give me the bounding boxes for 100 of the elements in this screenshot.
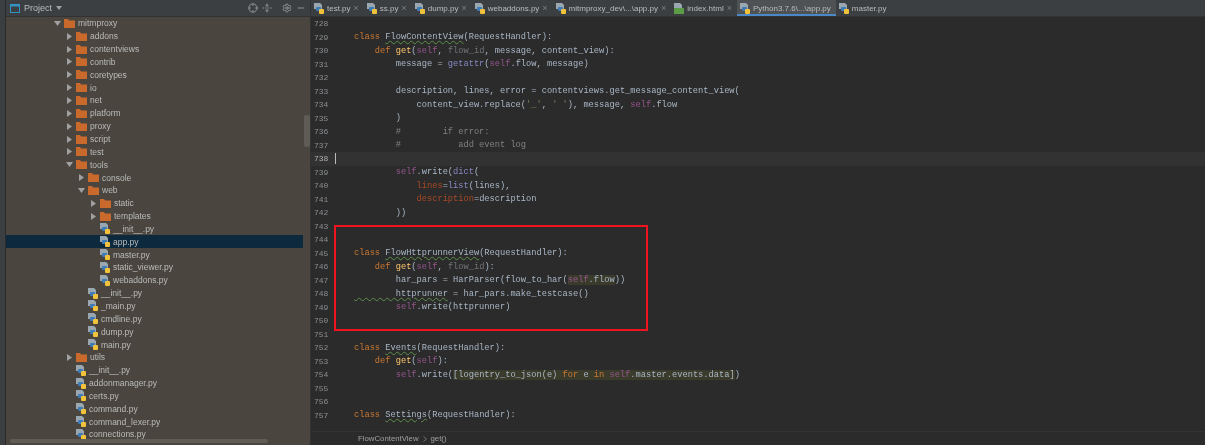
file-item[interactable]: connections.py: [6, 428, 303, 441]
folder-item[interactable]: mitmproxy: [6, 17, 303, 30]
collapsed-arrow-icon[interactable]: [65, 353, 73, 361]
window-icon: [10, 3, 20, 13]
folder-icon: [100, 211, 111, 221]
folder-item[interactable]: contentviews: [6, 42, 303, 56]
file-item[interactable]: __init__.py: [6, 286, 303, 300]
editor-tab[interactable]: dump.py ×: [411, 0, 472, 16]
python-file-icon: [88, 326, 98, 338]
expanded-arrow-icon[interactable]: [77, 186, 85, 194]
line-number: 735: [313, 113, 330, 123]
folder-icon: [76, 108, 87, 118]
close-icon[interactable]: ×: [353, 3, 359, 13]
expanded-arrow-icon[interactable]: [53, 19, 61, 27]
file-item[interactable]: _main.py: [6, 299, 303, 313]
folder-item[interactable]: net: [6, 94, 303, 107]
file-item[interactable]: master.py: [6, 248, 303, 262]
folder-item[interactable]: platform: [6, 106, 303, 120]
file-item[interactable]: webaddons.py: [6, 273, 303, 287]
line-number: 734: [313, 100, 330, 110]
folder-icon: [88, 185, 99, 195]
panel-title[interactable]: Project: [24, 3, 52, 13]
file-item[interactable]: main.py: [6, 338, 303, 351]
code-text: self.write(dict(: [394, 167, 480, 178]
settings-icon[interactable]: [282, 3, 292, 13]
folder-icon: [76, 96, 87, 105]
folder-icon: [76, 44, 87, 54]
line-number: 732: [313, 73, 330, 83]
close-icon[interactable]: ×: [726, 3, 732, 13]
code-text: description, lines, error = contentviews.get_message_content_view(: [394, 86, 740, 97]
folder-item[interactable]: test: [6, 145, 303, 159]
folder-icon: [88, 173, 99, 183]
line-number: 753: [313, 356, 330, 366]
line-number: 745: [313, 248, 330, 258]
code-text: description=description: [415, 194, 537, 205]
file-item[interactable]: addonmanager.py: [6, 376, 303, 390]
file-item[interactable]: static_viewer.py: [6, 261, 303, 274]
file-item[interactable]: __init__.py: [6, 222, 303, 236]
python-file-icon: [414, 2, 425, 14]
python-file-icon: [474, 2, 485, 14]
editor-tab[interactable]: Python3.7.6\...\app.py: [736, 0, 836, 16]
file-item[interactable]: certs.py: [6, 389, 303, 403]
editor-tab[interactable]: test.py ×: [311, 0, 364, 16]
editor-tab[interactable]: webaddons.py ×: [471, 0, 553, 16]
line-number: 737: [313, 140, 330, 150]
line-number: 752: [313, 343, 330, 353]
code-text: self.write(httprunner): [394, 302, 511, 313]
file-item[interactable]: command.py: [6, 402, 303, 416]
folder-icon: [100, 198, 111, 208]
python-file-icon: [76, 416, 86, 428]
close-icon[interactable]: ×: [542, 3, 548, 13]
file-item[interactable]: dump.py: [6, 325, 303, 339]
locate-icon[interactable]: [248, 3, 258, 13]
chevron-icon: [422, 435, 427, 442]
folder-item[interactable]: addons: [6, 29, 303, 43]
python-file-icon: [76, 403, 86, 415]
line-number: 738: [313, 154, 330, 164]
collapse-icon[interactable]: [262, 3, 272, 13]
folder-item[interactable]: coretypes: [6, 68, 303, 82]
python-file-icon: [366, 2, 377, 14]
folder-item[interactable]: tools: [6, 158, 303, 172]
folder-item[interactable]: io: [6, 81, 303, 95]
folder-icon: [76, 134, 87, 144]
python-file-icon: [314, 2, 324, 14]
folder-item[interactable]: console: [6, 171, 303, 184]
python-file-icon: [76, 428, 86, 440]
folder-item[interactable]: utils: [6, 350, 303, 364]
scrollbar-thumb[interactable]: [304, 115, 310, 147]
file-item[interactable]: __init__.py: [6, 363, 303, 377]
expanded-arrow-icon[interactable]: [65, 161, 73, 169]
folder-item[interactable]: web: [6, 183, 303, 197]
close-icon[interactable]: ×: [401, 3, 407, 13]
python-file-icon: [100, 261, 110, 273]
file-item[interactable]: app.py: [6, 235, 303, 249]
caret-icon[interactable]: [56, 6, 62, 10]
file-item[interactable]: cmdline.py: [6, 312, 303, 326]
folder-item[interactable]: static: [6, 196, 303, 210]
close-icon[interactable]: ×: [660, 3, 667, 13]
line-number: 751: [313, 329, 330, 339]
line-number: 749: [313, 302, 330, 312]
editor-tab[interactable]: mitmproxy_dev\...\app.py ×: [552, 0, 672, 16]
editor-tab[interactable]: ss.py ×: [363, 0, 412, 16]
collapsed-arrow-icon[interactable]: [77, 174, 85, 182]
line-number: 748: [313, 289, 330, 299]
code-text: class Settings(RequestHandler):: [354, 410, 516, 421]
close-icon[interactable]: ×: [461, 3, 467, 13]
python-file-icon: [838, 2, 849, 14]
folder-item[interactable]: proxy: [6, 119, 303, 133]
code-text: def get(self, flow_id, message, content_view):: [373, 45, 615, 56]
folder-item[interactable]: contrib: [6, 55, 303, 69]
file-item[interactable]: command_lexer.py: [6, 415, 303, 428]
python-file-icon: [76, 364, 86, 376]
editor-tab[interactable]: index.html ×: [671, 0, 737, 16]
code-text: def get(self):: [373, 356, 448, 367]
code-text: self.write([logentry_to_json(e) for e in self.master.events.data]): [394, 369, 740, 380]
editor-tab[interactable]: master.py: [835, 0, 892, 16]
folder-icon: [76, 160, 87, 170]
folder-item[interactable]: templates: [6, 209, 303, 223]
folder-item[interactable]: script: [6, 132, 303, 146]
python-file-icon: [100, 223, 110, 235]
